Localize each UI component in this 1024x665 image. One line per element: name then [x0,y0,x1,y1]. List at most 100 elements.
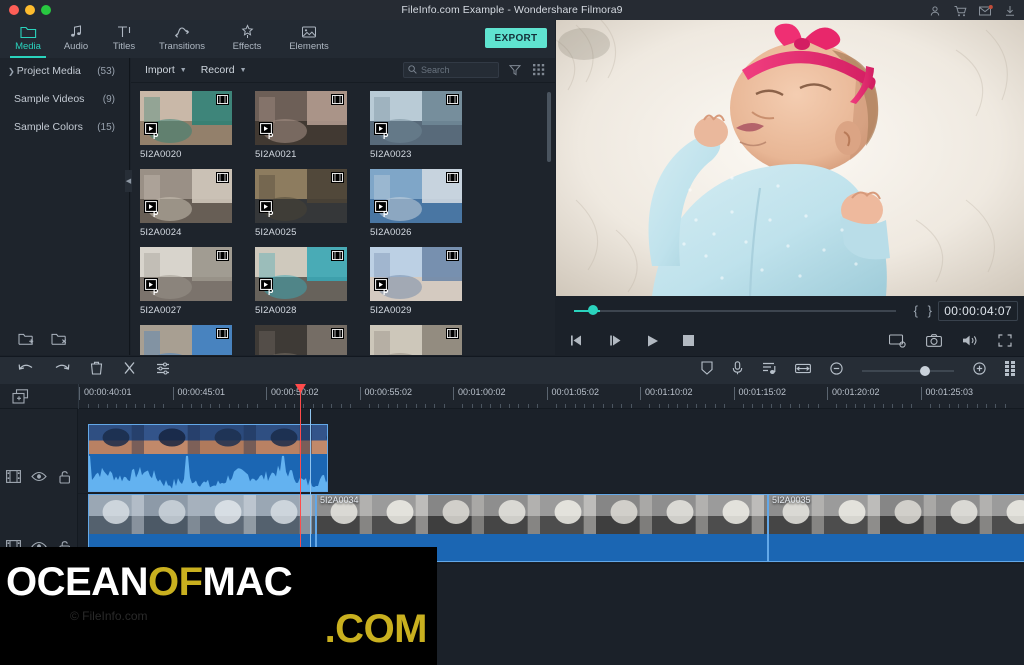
media-item[interactable]: P5I2A0020 [140,91,232,160]
add-track-icon[interactable] [12,389,32,410]
import-button[interactable]: Import ▼ [145,64,187,76]
panel-collapse-handle[interactable]: ◀ [125,170,132,192]
previous-frame-icon[interactable] [570,334,586,347]
account-icon[interactable] [929,4,941,16]
microphone-icon[interactable] [732,361,743,380]
media-thumbnail[interactable]: P [255,169,347,223]
media-item[interactable]: P5I2A0029 [370,247,462,316]
redo-icon[interactable] [54,362,70,380]
cart-icon[interactable] [954,4,966,16]
preview-scrubber[interactable]: { } 00:00:04:07 [556,297,1024,325]
clip-audio-strip[interactable] [768,534,1024,562]
media-item[interactable]: P5I2A0024 [140,169,232,238]
render-bar-icon[interactable] [1005,361,1016,381]
ruler-minor-tick [715,404,716,408]
media-item[interactable]: P [255,325,347,355]
media-item[interactable]: P5I2A0021 [255,91,347,160]
media-thumbnail[interactable]: P [370,91,462,145]
media-item-label: 5I2A0027 [140,305,232,316]
export-button[interactable]: EXPORT [485,28,547,48]
library-sidebar: ❯ Project Media (53) Sample Videos (9) S… [0,58,130,355]
media-thumbnail[interactable]: P [140,247,232,301]
stop-icon[interactable] [682,334,695,347]
timeline-ruler[interactable]: 00:00:40:0100:00:45:0100:00:50:0200:00:5… [78,384,1024,409]
media-item[interactable]: P5I2A0025 [255,169,347,238]
media-item[interactable]: P5I2A0028 [255,247,347,316]
zoom-slider-handle[interactable] [920,366,930,376]
tab-elements[interactable]: Elements [278,20,340,58]
filter-icon[interactable] [509,63,521,81]
track-type-icon[interactable] [0,470,26,483]
crop-shield-icon[interactable] [701,361,713,380]
tab-titles[interactable]: Titles [100,20,148,58]
mark-out-brace-icon[interactable]: } [928,303,932,318]
mail-icon[interactable] [979,4,991,16]
search-input[interactable] [421,65,491,75]
svg-text:P: P [153,288,159,296]
sidebar-item-project-media[interactable]: ❯ Project Media (53) [0,60,129,82]
volume-icon[interactable] [962,334,978,347]
tab-effects[interactable]: Effects [216,20,278,58]
timeline-zoom-slider[interactable] [862,365,954,377]
eye-visibility-icon[interactable] [26,471,52,482]
fit-timeline-icon[interactable] [795,362,811,380]
lock-icon[interactable] [52,470,78,484]
ruler-minor-tick [687,404,688,408]
delete-icon[interactable] [90,361,103,380]
preview-stage[interactable] [556,20,1024,296]
zoom-out-icon[interactable] [830,362,843,380]
snapshot-camera-icon[interactable] [926,334,942,347]
display-settings-icon[interactable] [889,334,906,348]
next-frame-icon[interactable] [608,334,624,347]
fullscreen-icon[interactable] [998,334,1012,347]
media-thumbnail[interactable]: P [255,325,347,355]
media-item[interactable]: P 5I2A0027 [140,247,232,316]
media-thumbnail-grid[interactable]: P5I2A0020P5I2A0021P5I2A0023P5I2A0024P5I2… [131,83,555,355]
timeline-clip[interactable] [88,424,328,492]
settings-sliders-icon[interactable] [156,362,170,380]
speed-icon[interactable] [762,361,776,380]
mark-in-brace-icon[interactable]: { [914,303,918,318]
media-thumbnail[interactable]: P [140,91,232,145]
timeline-clip[interactable]: 5I2A0035 [768,494,1024,562]
media-panel-scrollbar[interactable] [547,92,551,162]
tab-audio[interactable]: Audio [52,20,100,58]
media-item[interactable]: P [140,325,232,355]
tab-transitions[interactable]: Transitions [148,20,216,58]
record-button[interactable]: Record ▼ [201,64,247,76]
media-search-box[interactable] [403,62,499,78]
ruler-minor-tick [939,404,940,408]
download-icon[interactable] [1004,4,1016,16]
sidebar-item-sample-colors[interactable]: Sample Colors (15) [0,116,129,138]
media-item[interactable]: P5I2A0023 [370,91,462,160]
audio-waveform [88,454,328,492]
sidebar-item-sample-videos[interactable]: Sample Videos (9) [0,88,129,110]
media-thumbnail[interactable]: P [370,325,462,355]
clip-audio-strip[interactable] [88,454,328,492]
scrubber-track[interactable] [574,310,896,312]
media-item[interactable]: P [370,325,462,355]
undo-icon[interactable] [18,362,34,380]
playhead-ruler-marker[interactable] [300,384,301,409]
window-title: FileInfo.com Example - Wondershare Filmo… [0,4,1024,16]
media-thumbnail[interactable]: P [255,247,347,301]
ruler-minor-tick [257,404,258,408]
grid-view-icon[interactable] [533,63,545,81]
scrubber-handle[interactable] [588,305,598,315]
zoom-in-icon[interactable] [973,362,986,380]
media-thumbnail[interactable]: P [255,91,347,145]
split-scissors-icon[interactable] [123,361,136,380]
media-thumbnail[interactable]: P [370,169,462,223]
delete-folder-icon[interactable] [51,332,68,351]
proxy-badge-icon: P [374,122,394,142]
tab-media[interactable]: Media [4,20,52,58]
play-icon[interactable] [646,334,660,348]
media-thumbnail[interactable]: P [140,325,232,355]
ruler-minor-tick [780,404,781,408]
preview-timecode[interactable]: 00:00:04:07 [938,301,1018,321]
media-thumbnail[interactable]: P [370,247,462,301]
media-thumbnail[interactable]: P [140,169,232,223]
video-track-1[interactable] [78,424,1024,494]
new-folder-icon[interactable] [18,332,35,351]
media-item[interactable]: P5I2A0026 [370,169,462,238]
